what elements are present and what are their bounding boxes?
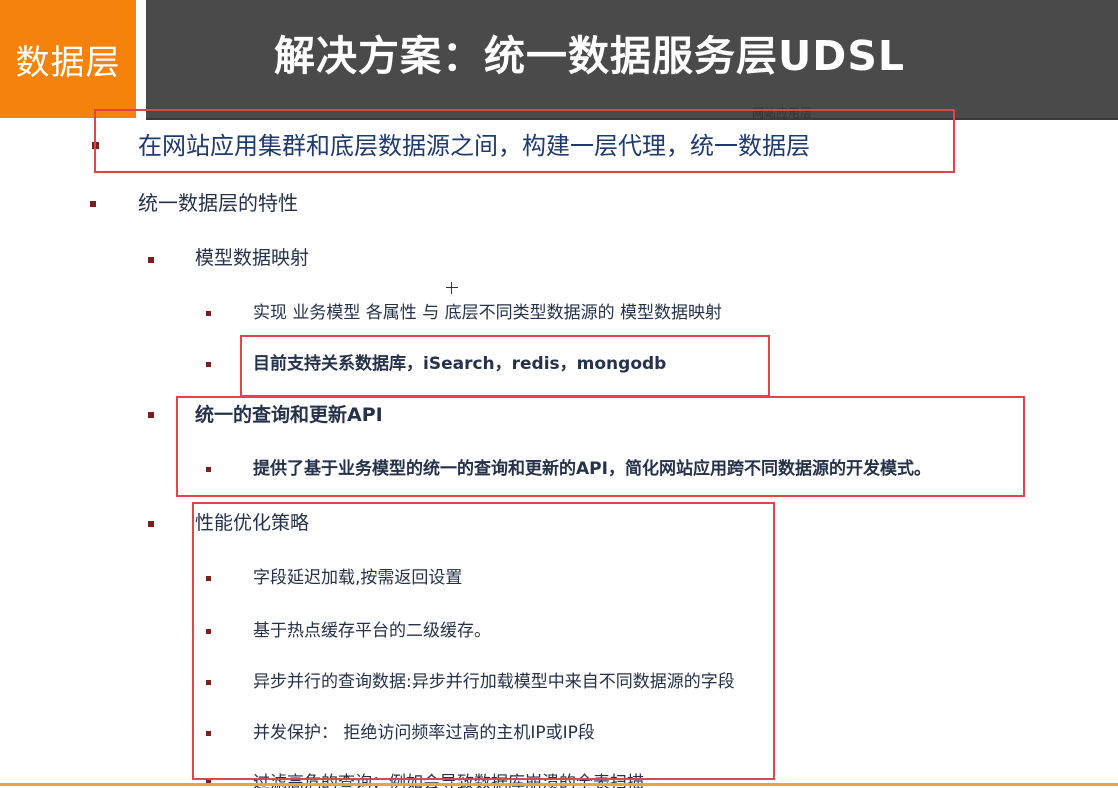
bullet-marker xyxy=(206,311,211,316)
bullet-marker xyxy=(148,521,154,527)
bullet-marker xyxy=(206,362,211,367)
slide: 数据层 解决方案：统一数据服务层UDSL 网站应用层 在网站应用集群和底层数据源… xyxy=(0,0,1118,788)
highlight-box-2 xyxy=(240,335,770,397)
section-tab: 数据层 xyxy=(0,0,136,118)
bullet-marker xyxy=(148,412,154,418)
bullet-text-2-1: 模型数据映射 xyxy=(195,247,310,269)
highlight-box-4 xyxy=(192,502,775,780)
footer-line xyxy=(0,783,1118,786)
bullet-marker xyxy=(90,201,96,207)
highlight-box-1 xyxy=(94,109,955,173)
crosshair-cursor-icon xyxy=(446,282,458,294)
slide-title: 解决方案：统一数据服务层UDSL xyxy=(274,32,905,80)
bullet-text-2: 统一数据层的特性 xyxy=(138,191,298,215)
highlight-box-3 xyxy=(176,396,1025,497)
bullet-marker xyxy=(148,257,154,263)
bullet-text-2-1-1: 实现 业务模型 各属性 与 底层不同类型数据源的 模型数据映射 xyxy=(253,303,723,323)
